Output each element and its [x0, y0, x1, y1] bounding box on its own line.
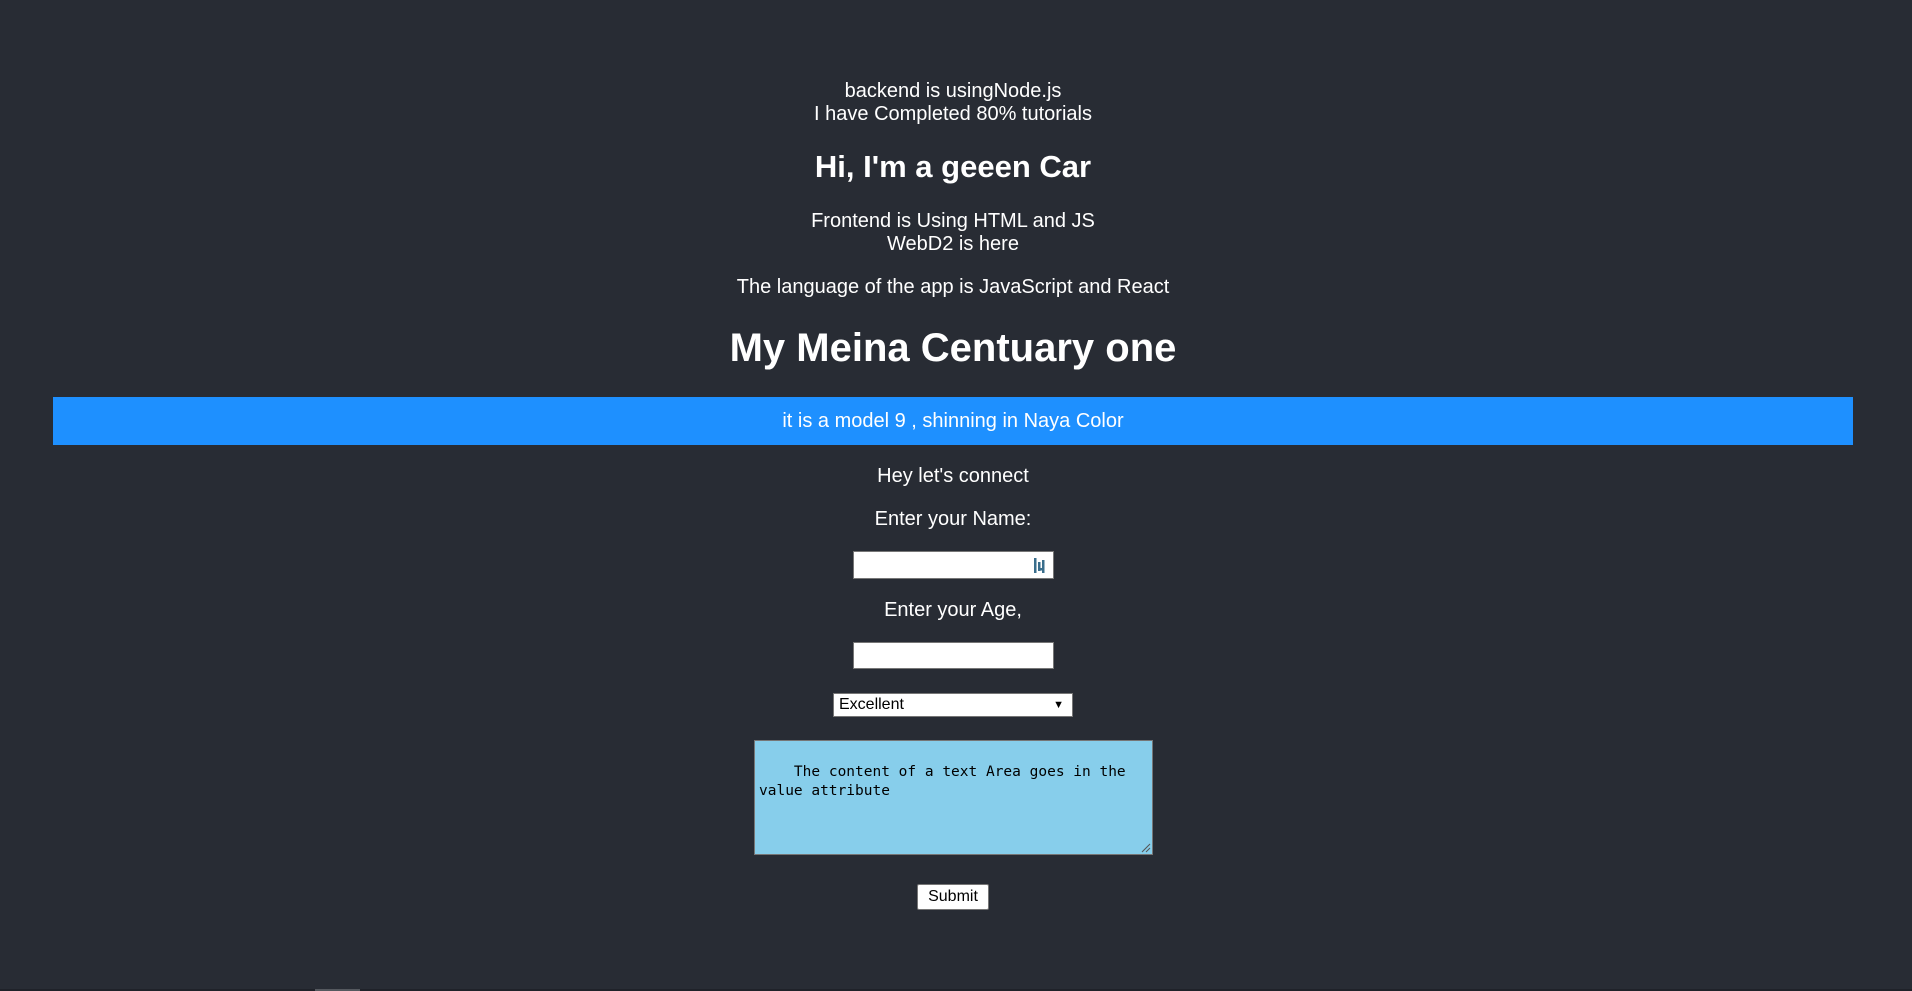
frontend-text: Frontend is Using HTML and JS	[811, 210, 1095, 232]
rating-select-value: Excellent	[839, 696, 904, 713]
rating-select[interactable]: Excellent ▼	[833, 693, 1073, 717]
chevron-down-icon: ▼	[1053, 699, 1064, 711]
message-textarea[interactable]: The content of a text Area goes in the v…	[754, 740, 1153, 855]
name-label: Enter your Name:	[874, 508, 1032, 530]
main-heading: My Meina Centuary one	[729, 326, 1177, 370]
progress-text: I have Completed 80% tutorials	[814, 103, 1092, 125]
age-label: Enter your Age,	[884, 599, 1022, 621]
connect-text: Hey let's connect	[877, 465, 1029, 487]
page: backend is usingNode.js I have Completed…	[0, 0, 1912, 991]
resize-grip-icon[interactable]	[1140, 842, 1151, 853]
name-field[interactable]	[853, 551, 1054, 579]
name-input[interactable]	[854, 552, 1053, 578]
language-text: The language of the app is JavaScript an…	[736, 276, 1170, 298]
model-banner: it is a model 9 , shinning in Naya Color	[53, 397, 1853, 445]
backend-text: backend is usingNode.js	[844, 80, 1062, 102]
submit-button[interactable]: Submit	[917, 884, 989, 910]
autofill-icon[interactable]	[1033, 557, 1047, 574]
message-textarea-content: The content of a text Area goes in the v…	[759, 764, 1135, 799]
webd2-text: WebD2 is here	[887, 233, 1019, 255]
car-heading: Hi, I'm a geeen Car	[814, 149, 1092, 184]
age-input[interactable]	[854, 643, 1053, 668]
age-field[interactable]	[853, 642, 1054, 669]
